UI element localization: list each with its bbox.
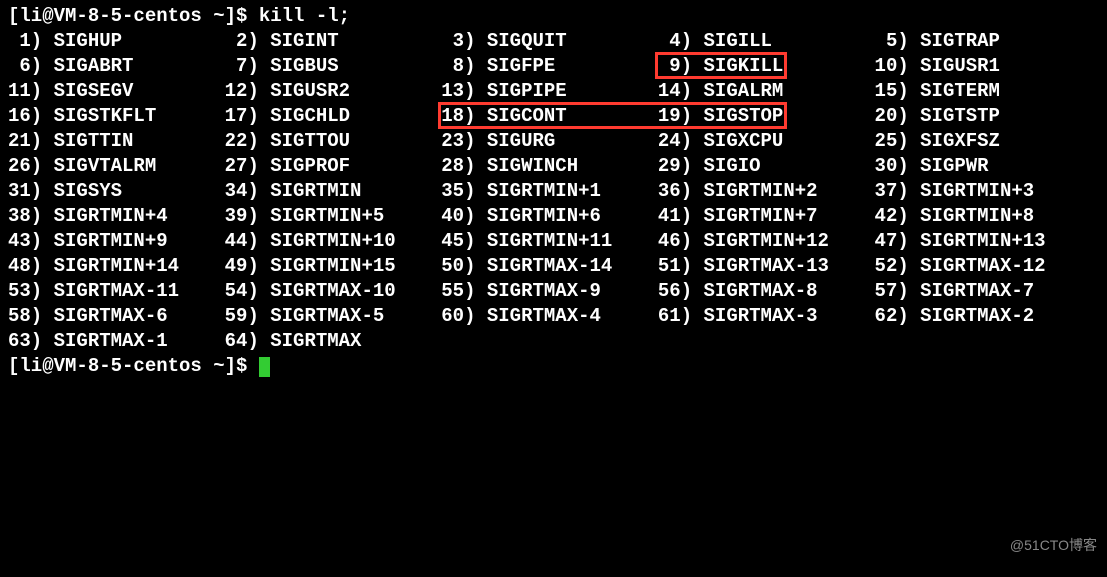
signal-line: 53) SIGRTMAX-11 54) SIGRTMAX-10 55) SIGR… <box>8 279 1099 304</box>
cursor <box>259 357 270 377</box>
signal-line: 26) SIGVTALRM 27) SIGPROF 28) SIGWINCH 2… <box>8 154 1099 179</box>
signal-line: 43) SIGRTMIN+9 44) SIGRTMIN+10 45) SIGRT… <box>8 229 1099 254</box>
signal-line: 31) SIGSYS 34) SIGRTMIN 35) SIGRTMIN+1 3… <box>8 179 1099 204</box>
prompt-line[interactable]: [li@VM-8-5-centos ~]$ <box>8 354 1099 379</box>
prompt-text: [li@VM-8-5-centos ~]$ <box>8 355 259 377</box>
signal-line: 11) SIGSEGV 12) SIGUSR2 13) SIGPIPE 14) … <box>8 79 1099 104</box>
watermark: @51CTO博客 <box>1010 535 1097 555</box>
signal-line: 1) SIGHUP 2) SIGINT 3) SIGQUIT 4) SIGILL… <box>8 29 1099 54</box>
signal-line: 16) SIGSTKFLT 17) SIGCHLD 18) SIGCONT 19… <box>8 104 1099 129</box>
command-line: [li@VM-8-5-centos ~]$ kill -l; <box>8 4 1099 29</box>
signal-line: 6) SIGABRT 7) SIGBUS 8) SIGFPE 9) SIGKIL… <box>8 54 1099 79</box>
signal-line: 63) SIGRTMAX-1 64) SIGRTMAX <box>8 329 1099 354</box>
signal-line: 58) SIGRTMAX-6 59) SIGRTMAX-5 60) SIGRTM… <box>8 304 1099 329</box>
signal-line: 48) SIGRTMIN+14 49) SIGRTMIN+15 50) SIGR… <box>8 254 1099 279</box>
signal-line: 21) SIGTTIN 22) SIGTTOU 23) SIGURG 24) S… <box>8 129 1099 154</box>
terminal-output: [li@VM-8-5-centos ~]$ kill -l; 1) SIGHUP… <box>0 0 1107 383</box>
signal-line: 38) SIGRTMIN+4 39) SIGRTMIN+5 40) SIGRTM… <box>8 204 1099 229</box>
